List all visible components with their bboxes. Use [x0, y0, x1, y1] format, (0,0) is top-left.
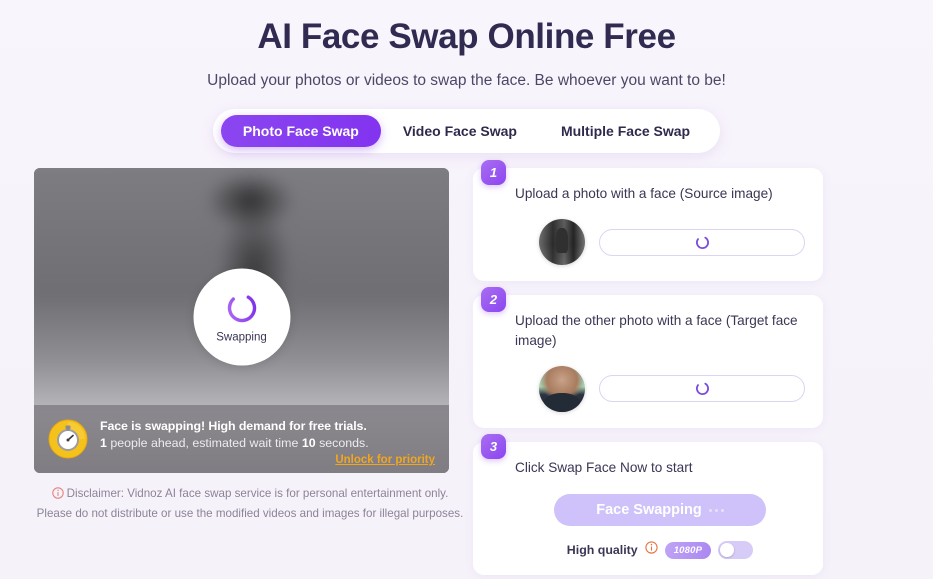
upload-row-1	[515, 219, 805, 266]
high-quality-toggle[interactable]	[718, 541, 754, 560]
swapping-status-badge: Swapping	[193, 268, 290, 366]
queue-detail-suffix: seconds.	[315, 436, 369, 450]
resolution-badge: 1080P	[664, 541, 712, 559]
loading-spinner-icon	[695, 235, 710, 250]
queue-wait-seconds: 10	[301, 436, 316, 450]
tab-video-face-swap[interactable]: Video Face Swap	[381, 115, 539, 147]
loading-spinner-icon	[695, 381, 710, 396]
target-upload-button[interactable]	[599, 375, 805, 403]
step-number-badge-3: 3	[481, 433, 506, 459]
page-subtitle: Upload your photos or videos to swap the…	[207, 72, 726, 89]
step-card-2: 2 Upload the other photo with a face (Ta…	[473, 287, 823, 428]
target-image-thumbnail[interactable]	[539, 365, 585, 412]
quality-info-icon[interactable]	[645, 541, 658, 559]
queue-text: Face is swapping! High demand for free t…	[100, 417, 435, 450]
loading-spinner-icon	[225, 291, 258, 324]
step-title-1: Upload a photo with a face (Source image…	[515, 186, 773, 201]
step-title-2: Upload the other photo with a face (Targ…	[515, 313, 798, 348]
face-swapping-button[interactable]: Face Swapping	[554, 494, 766, 527]
queue-headline: Face is swapping! High demand for free t…	[100, 419, 367, 433]
step-card-3: 3 Click Swap Face Now to start Face Swap…	[473, 433, 823, 576]
upload-row-2	[515, 365, 805, 412]
queue-banner: Face is swapping! High demand for free t…	[34, 405, 449, 473]
page-root: AI Face Swap Online Free Upload your pho…	[0, 0, 933, 579]
preview-panel: Swapping Face is swapping! High demand f…	[34, 168, 449, 473]
high-quality-row: High quality 1080P	[515, 541, 805, 560]
disclaimer: Disclaimer: Vidnoz AI face swap service …	[34, 485, 464, 523]
step-number-badge-1: 1	[481, 160, 506, 185]
face-swapping-button-label: Face Swapping	[596, 502, 702, 519]
disclaimer-text: Disclaimer: Vidnoz AI face swap service …	[36, 487, 464, 520]
tab-bar-wrapper: Photo Face Swap Video Face Swap Multiple…	[0, 109, 933, 153]
source-upload-button[interactable]	[599, 228, 805, 256]
preview-column: Swapping Face is swapping! High demand f…	[34, 168, 463, 579]
loading-dots-icon	[708, 508, 724, 512]
unlock-for-priority-link[interactable]: Unlock for priority	[335, 454, 435, 466]
stopwatch-icon	[48, 419, 88, 459]
high-quality-label: High quality	[566, 543, 638, 558]
tab-multiple-face-swap[interactable]: Multiple Face Swap	[539, 115, 712, 147]
queue-detail-mid: people ahead, estimated wait time	[106, 436, 302, 450]
step-title-3: Click Swap Face Now to start	[515, 459, 693, 475]
tab-bar: Photo Face Swap Video Face Swap Multiple…	[212, 109, 721, 153]
swapping-label: Swapping	[216, 331, 267, 344]
tab-photo-face-swap[interactable]: Photo Face Swap	[220, 115, 381, 147]
main-content: Swapping Face is swapping! High demand f…	[0, 153, 933, 579]
info-circle-icon	[51, 487, 64, 505]
queue-people-ahead: 1	[100, 436, 107, 450]
step-number-badge-2: 2	[481, 287, 506, 313]
step-card-1: 1 Upload a photo with a face (Source ima…	[473, 160, 823, 282]
page-title: AI Face Swap Online Free	[257, 17, 676, 56]
steps-column: 1 Upload a photo with a face (Source ima…	[473, 160, 823, 579]
queue-detail: 1 people ahead, estimated wait time 10 s…	[100, 436, 435, 450]
source-image-thumbnail[interactable]	[539, 219, 585, 266]
toggle-knob	[720, 543, 735, 558]
